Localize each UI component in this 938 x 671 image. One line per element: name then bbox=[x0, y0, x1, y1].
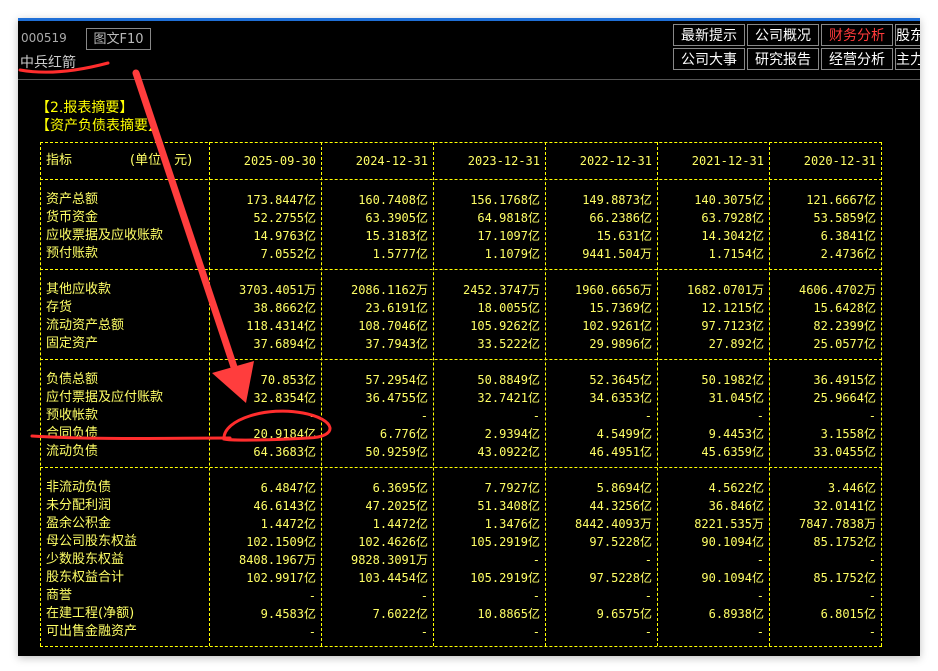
arrow-annotation bbox=[132, 69, 240, 377]
circle-annotation bbox=[222, 409, 332, 442]
annotation-overlay bbox=[18, 61, 332, 442]
arrowhead-annotation bbox=[212, 361, 254, 403]
underline-annotation bbox=[18, 61, 110, 74]
row-underline-annotation bbox=[30, 434, 232, 440]
f10-window: 000519 中兵红箭 图文F10 最新提示 公司概况 财务分析 股东 公司大事… bbox=[18, 18, 920, 656]
